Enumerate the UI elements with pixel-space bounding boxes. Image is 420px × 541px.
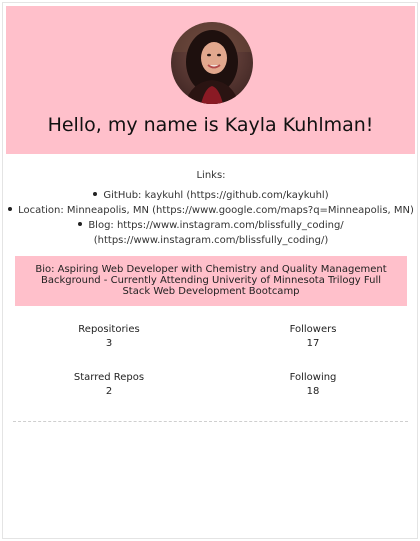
stat-label: Repositories xyxy=(78,324,140,335)
stat-value: 17 xyxy=(306,338,320,349)
stat-label: Followers xyxy=(289,324,337,335)
github-link[interactable]: GitHub: kaykuhl (https://github.com/kayk… xyxy=(103,190,328,201)
stat-value: 2 xyxy=(105,386,113,397)
links-title: Links: xyxy=(196,170,226,181)
list-item[interactable]: Blog: https://www.instagram.com/blissful… xyxy=(3,218,417,233)
list-item-continuation: (https://www.instagram.com/blissfully_co… xyxy=(3,233,417,248)
stat-following: Following 18 xyxy=(253,371,373,399)
bio-box: Bio: Aspiring Web Developer with Chemist… xyxy=(15,256,407,306)
list-item[interactable]: GitHub: kaykuhl (https://github.com/kayk… xyxy=(3,188,417,203)
stat-followers: Followers 17 xyxy=(253,323,373,351)
stat-repositories: Repositories 3 xyxy=(49,323,169,351)
bullet-icon xyxy=(8,207,13,211)
bullet-icon xyxy=(78,222,83,226)
greeting-heading: Hello, my name is Kayla Kuhlman! xyxy=(47,114,374,136)
blog-link[interactable]: Blog: https://www.instagram.com/blissful… xyxy=(88,220,343,231)
profile-card: Hello, my name is Kayla Kuhlman! Links: … xyxy=(2,2,418,539)
location-link[interactable]: Location: Minneapolis, MN (https://www.g… xyxy=(18,205,414,216)
stat-starred: Starred Repos 2 xyxy=(49,371,169,399)
profile-header: Hello, my name is Kayla Kuhlman! xyxy=(6,6,415,154)
blog-link-url[interactable]: (https://www.instagram.com/blissfully_co… xyxy=(94,235,329,246)
divider xyxy=(13,421,408,422)
bullet-icon xyxy=(93,192,98,196)
stat-label: Starred Repos xyxy=(73,372,145,383)
profile-photo-icon xyxy=(171,22,253,104)
avatar xyxy=(171,22,253,104)
list-item[interactable]: Location: Minneapolis, MN (https://www.g… xyxy=(3,203,417,218)
stat-label: Following xyxy=(289,372,337,383)
stat-value: 3 xyxy=(105,338,113,349)
stat-value: 18 xyxy=(306,386,320,397)
links-list: GitHub: kaykuhl (https://github.com/kayk… xyxy=(3,188,417,248)
